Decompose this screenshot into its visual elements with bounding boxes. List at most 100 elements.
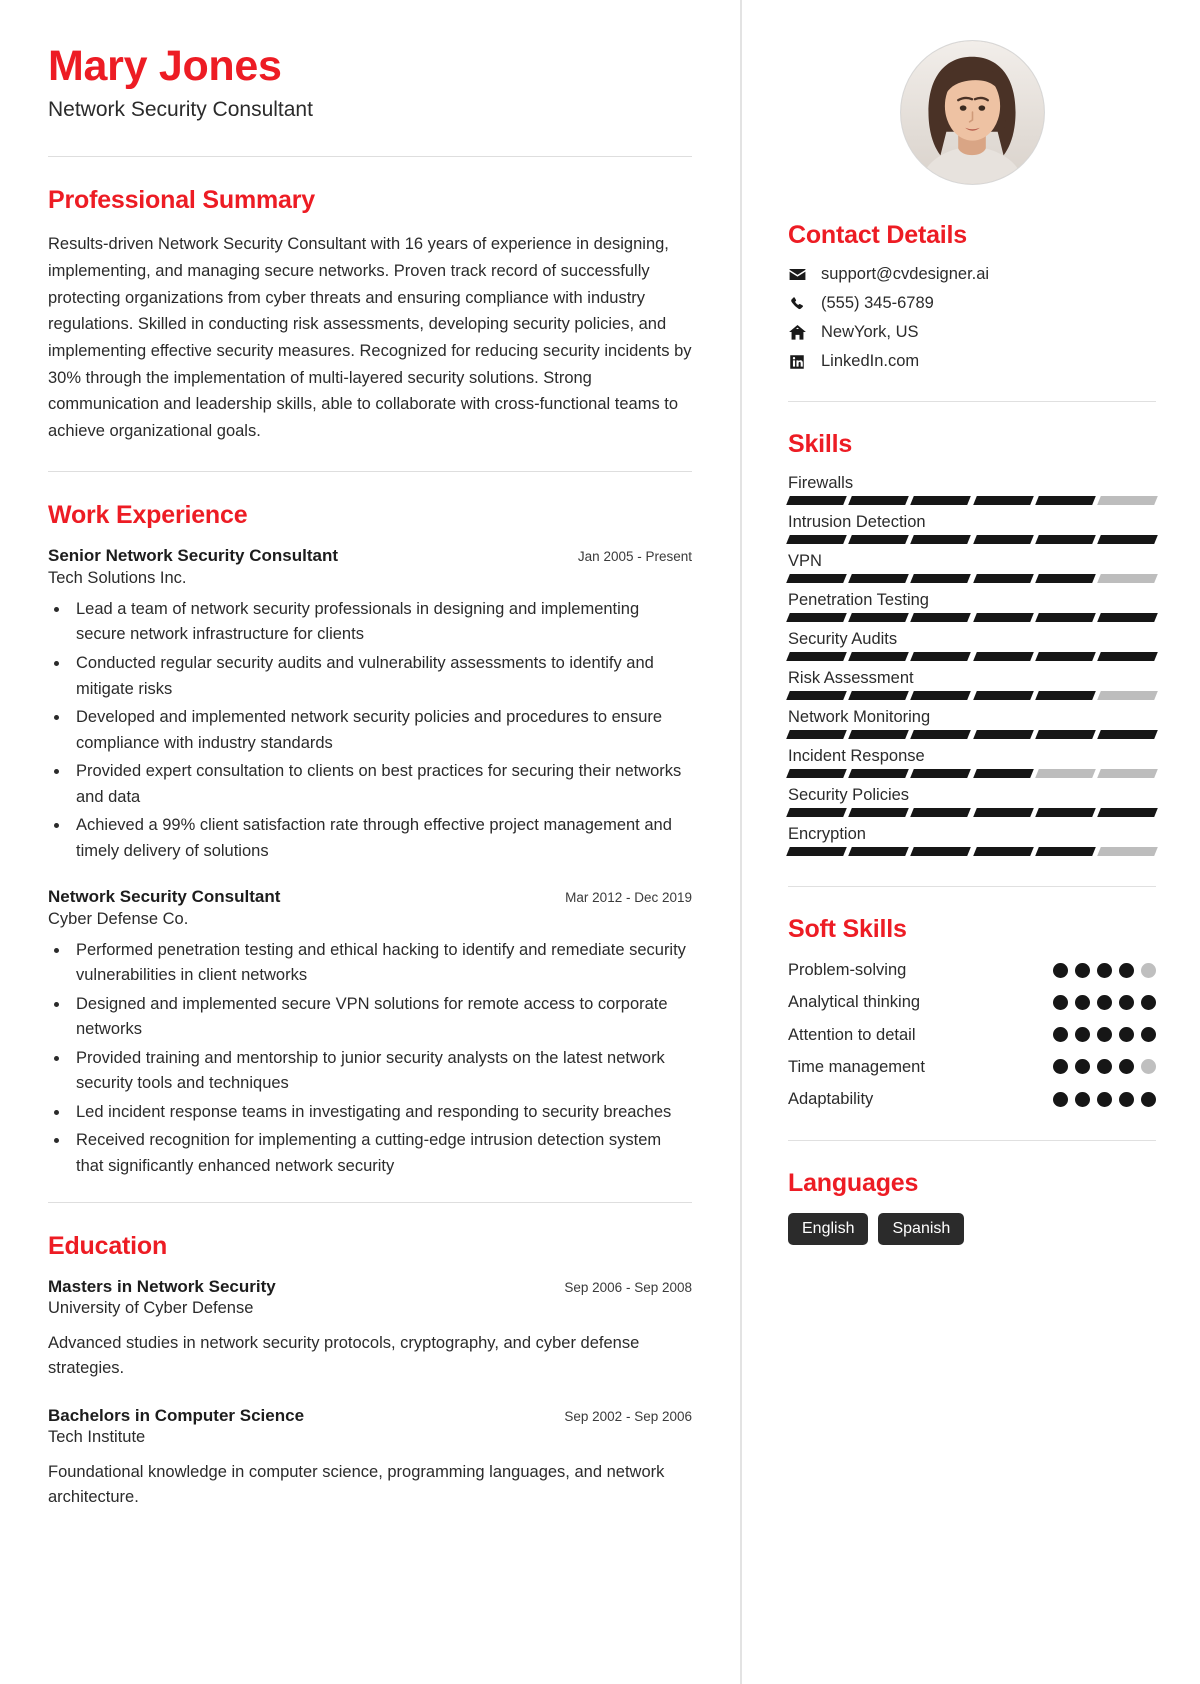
contact-item-value: NewYork, US	[821, 323, 919, 341]
phone-icon	[788, 295, 814, 313]
avatar-wrapper	[788, 40, 1156, 185]
work-bullet: Designed and implemented secure VPN solu…	[70, 992, 692, 1043]
soft-skill-item: Adaptability	[788, 1088, 1156, 1110]
skill-level-segment	[910, 496, 972, 505]
education-item-description: Advanced studies in network security pro…	[48, 1333, 640, 1378]
divider	[788, 401, 1156, 402]
skills-list: Firewalls Intrusion Detection VPN Penetrati…	[786, 474, 1158, 856]
contact-item[interactable]: LinkedIn.com	[788, 352, 1156, 371]
contact-item[interactable]: support@cvdesigner.ai	[788, 265, 1156, 284]
skill-level-segment	[972, 535, 1034, 544]
section-title-summary: Professional Summary	[48, 186, 315, 215]
skill-level-segment	[786, 691, 847, 700]
contact-item[interactable]: (555) 345-6789	[788, 294, 1156, 313]
skill-level-bar	[786, 808, 1158, 817]
skill-item-label: VPN	[788, 552, 822, 570]
work-item-role: Senior Network Security Consultant	[48, 545, 338, 565]
work-item-company: Cyber Defense Co.	[48, 909, 189, 928]
section-work-experience: Work Experience Senior Network Security …	[48, 501, 692, 1180]
skill-item: Risk Assessment	[786, 669, 1158, 700]
skill-level-bar	[786, 769, 1158, 778]
skill-level-segment	[972, 691, 1034, 700]
skill-level-segment	[972, 808, 1034, 817]
linkedin-icon	[788, 353, 814, 371]
divider	[788, 886, 1156, 887]
skill-level-bar	[786, 496, 1158, 505]
skill-item: Security Audits	[786, 630, 1158, 661]
divider	[48, 470, 692, 472]
skill-level-segment	[786, 574, 847, 583]
skill-item-label: Encryption	[788, 825, 866, 843]
skill-level-segment	[786, 808, 847, 817]
soft-skill-rating-dot	[1053, 994, 1068, 1010]
work-experience-item: Senior Network Security Consultant Jan 20…	[48, 546, 692, 865]
section-languages: Languages English Spanish	[788, 1169, 1156, 1246]
soft-skill-rating-dot	[1141, 1059, 1156, 1075]
language-badge: Spanish	[878, 1213, 965, 1246]
avatar-illustration	[900, 41, 1044, 184]
skill-item-label: Network Monitoring	[788, 708, 931, 726]
skill-level-segment	[1034, 496, 1096, 505]
section-professional-summary: Professional Summary Results-driven Netw…	[48, 186, 692, 445]
skill-level-segment	[1034, 730, 1096, 739]
skill-level-segment	[1097, 847, 1158, 856]
education-item-date: Sep 2006 - Sep 2008	[564, 1279, 692, 1295]
soft-skill-rating-dot	[1141, 1027, 1156, 1043]
skill-level-segment	[1034, 613, 1096, 622]
skill-level-segment	[848, 808, 910, 817]
resume-sidebar: Contact Details support@cvdesigner.ai (55…	[740, 0, 1200, 1684]
soft-skill-item: Time management	[788, 1056, 1156, 1078]
work-bullet: Provided training and mentorship to juni…	[70, 1046, 692, 1097]
soft-skill-rating-dot	[1053, 1091, 1068, 1107]
work-bullet: Achieved a 99% client satisfaction rate …	[70, 813, 692, 864]
skill-item: Network Monitoring	[786, 708, 1158, 739]
home-icon	[788, 323, 814, 342]
skill-item-label: Risk Assessment	[788, 669, 914, 687]
skill-level-bar	[786, 574, 1158, 583]
work-experience-list: Senior Network Security Consultant Jan 20…	[48, 546, 692, 1180]
soft-skills-list: Problem-solving Analytical thinking Attent…	[788, 959, 1156, 1110]
skill-level-segment	[972, 496, 1034, 505]
skill-item: Firewalls	[786, 474, 1158, 505]
soft-skill-rating-dot	[1075, 1091, 1090, 1107]
resume-main-column: Mary Jones Network Security Consultant P…	[0, 0, 740, 1684]
contact-item-value: (555) 345-6789	[821, 294, 934, 312]
divider	[788, 1140, 1156, 1142]
soft-skill-rating	[1053, 962, 1156, 978]
work-bullet: Provided expert consultation to clients …	[70, 759, 692, 810]
skill-level-segment	[1097, 613, 1158, 622]
work-item-bullets: Performed penetration testing and ethica…	[70, 938, 692, 1180]
section-title-soft-skills: Soft Skills	[788, 915, 907, 943]
work-experience-item: Network Security Consultant Mar 2012 - De…	[48, 887, 692, 1180]
soft-skill-item: Problem-solving	[788, 959, 1156, 981]
skill-item-label: Security Audits	[788, 630, 898, 648]
education-item-degree: Masters in Network Security	[48, 1276, 276, 1296]
divider	[48, 1201, 692, 1203]
skill-level-segment	[1097, 652, 1158, 661]
soft-skill-rating	[1053, 1091, 1156, 1107]
skill-level-segment	[1097, 808, 1158, 817]
skill-level-segment	[1034, 652, 1096, 661]
soft-skill-rating-dot	[1075, 962, 1090, 978]
education-item-header: Bachelors in Computer Science Sep 2002 - …	[48, 1406, 692, 1426]
skill-item: Encryption	[786, 825, 1158, 856]
skill-item: VPN	[786, 552, 1158, 583]
skill-level-segment	[972, 613, 1034, 622]
soft-skill-rating-dot	[1097, 994, 1112, 1010]
skill-item: Incident Response	[786, 747, 1158, 778]
skill-level-segment	[848, 691, 910, 700]
skill-level-segment	[972, 652, 1034, 661]
soft-skill-rating-dot	[1141, 962, 1156, 978]
skill-level-segment	[786, 769, 847, 778]
language-badge: English	[788, 1213, 869, 1246]
soft-skill-rating-dot	[1075, 1027, 1090, 1043]
work-bullet: Conducted regular security audits and vu…	[70, 651, 692, 702]
contact-item[interactable]: NewYork, US	[788, 323, 1156, 342]
skill-level-segment	[1097, 574, 1158, 583]
skill-level-bar	[786, 613, 1158, 622]
skill-level-segment	[910, 808, 972, 817]
skill-level-segment	[1034, 691, 1096, 700]
skill-level-segment	[786, 535, 847, 544]
work-item-header: Network Security Consultant Mar 2012 - De…	[48, 887, 692, 907]
soft-skill-rating	[1053, 1027, 1156, 1043]
